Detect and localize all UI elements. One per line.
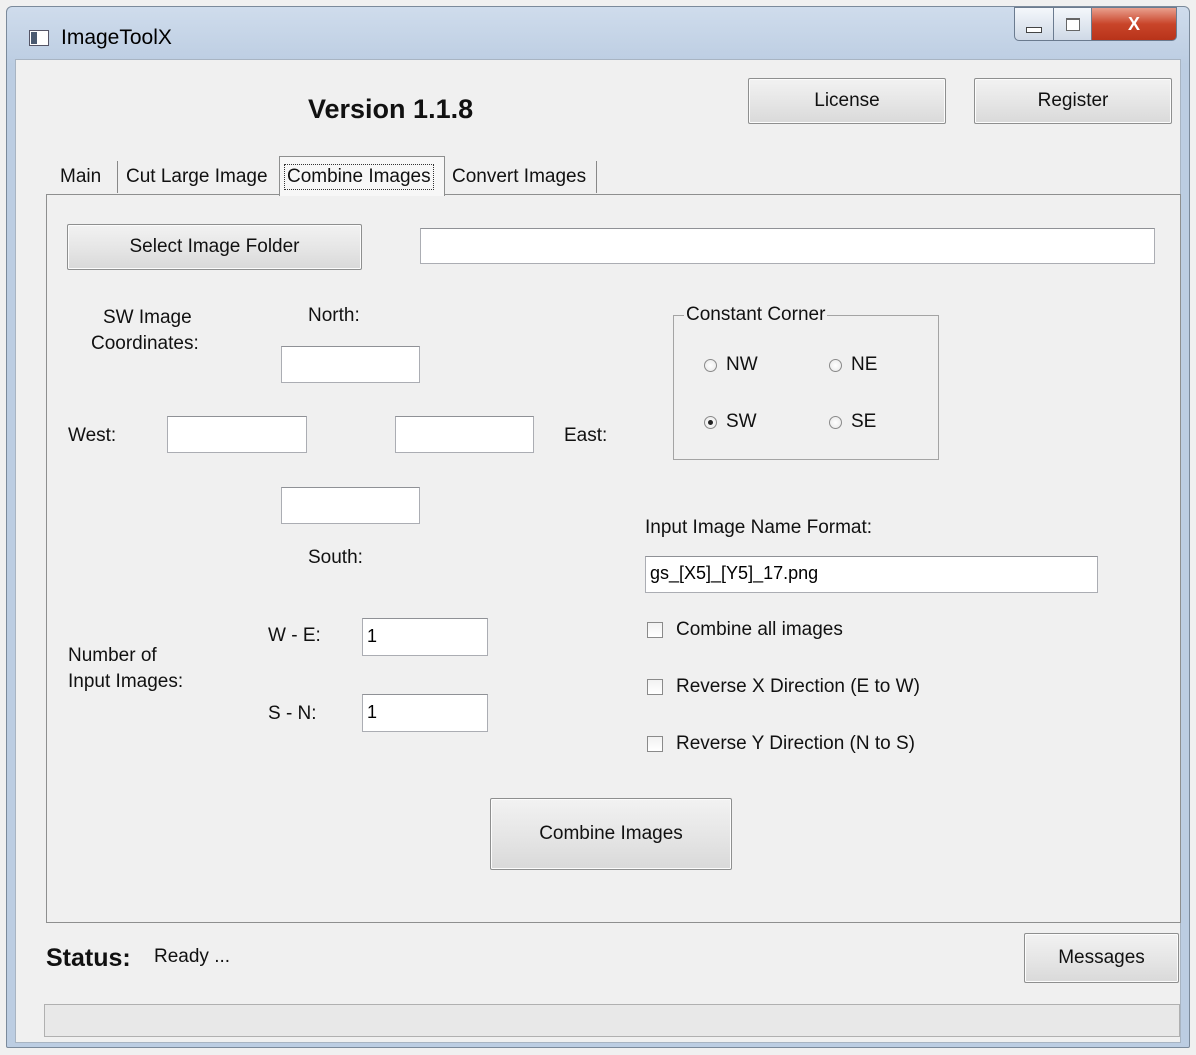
num-images-label-line1: Number of bbox=[68, 645, 157, 666]
west-label: West: bbox=[68, 425, 117, 446]
folder-path-input[interactable] bbox=[420, 228, 1155, 264]
app-window: ImageToolX X Version 1.1.8 License Regis… bbox=[6, 6, 1190, 1048]
minimize-button[interactable] bbox=[1014, 7, 1054, 41]
combine-images-button[interactable]: Combine Images bbox=[490, 798, 732, 870]
sw-coords-label-line2: Coordinates: bbox=[91, 333, 199, 354]
tab-main[interactable]: Main bbox=[52, 161, 109, 193]
reverse-y-checkbox-icon bbox=[647, 736, 663, 752]
combine-all-checkbox-icon bbox=[647, 622, 663, 638]
sw-coords-label-line1: SW Image bbox=[103, 307, 192, 328]
radio-ne[interactable]: NE bbox=[829, 354, 877, 376]
status-label: Status: bbox=[46, 944, 131, 972]
title-bar[interactable]: ImageToolX X bbox=[7, 7, 1189, 59]
name-format-input[interactable]: gs_[X5]_[Y5]_17.png bbox=[645, 556, 1098, 593]
status-text: Ready ... bbox=[154, 946, 231, 967]
minimize-icon bbox=[1026, 27, 1042, 33]
we-count-input[interactable]: 1 bbox=[362, 618, 488, 656]
tab-convert-images[interactable]: Convert Images bbox=[444, 161, 597, 193]
window-title: ImageToolX bbox=[61, 26, 172, 49]
client-area: Version 1.1.8 License Register Main Cut … bbox=[15, 59, 1181, 1043]
radio-ne-icon bbox=[829, 358, 842, 372]
close-icon: X bbox=[1127, 13, 1140, 34]
close-button[interactable]: X bbox=[1091, 7, 1177, 41]
register-button[interactable]: Register bbox=[974, 78, 1172, 124]
maximize-icon bbox=[1065, 17, 1080, 31]
name-format-label: Input Image Name Format: bbox=[645, 517, 873, 538]
combine-all-checkbox[interactable]: Combine all images bbox=[647, 619, 843, 641]
version-label: Version 1.1.8 bbox=[308, 94, 474, 124]
radio-nw[interactable]: NW bbox=[704, 354, 758, 376]
license-button[interactable]: License bbox=[748, 78, 946, 124]
messages-button[interactable]: Messages bbox=[1024, 933, 1179, 983]
radio-sw-selected-icon bbox=[704, 415, 717, 429]
radio-se[interactable]: SE bbox=[829, 411, 876, 433]
tab-cut-large-image[interactable]: Cut Large Image bbox=[117, 161, 276, 193]
radio-se-icon bbox=[829, 415, 842, 429]
maximize-button[interactable] bbox=[1053, 7, 1092, 41]
west-input[interactable] bbox=[167, 416, 307, 453]
reverse-x-checkbox-icon bbox=[647, 679, 663, 695]
tab-combine-images[interactable]: Combine Images bbox=[279, 156, 445, 196]
we-label: W - E: bbox=[268, 625, 321, 646]
combine-images-panel: Select Image Folder SW Image Coordinates… bbox=[46, 194, 1181, 923]
reverse-x-checkbox[interactable]: Reverse X Direction (E to W) bbox=[647, 676, 920, 698]
app-icon bbox=[29, 30, 49, 46]
progress-bar bbox=[44, 1004, 1180, 1037]
num-images-label-line2: Input Images: bbox=[68, 671, 184, 692]
constant-corner-group: Constant Corner NW NE SW SE bbox=[673, 304, 939, 460]
radio-sw[interactable]: SW bbox=[704, 411, 757, 433]
south-label: South: bbox=[308, 547, 363, 568]
east-input[interactable] bbox=[395, 416, 534, 453]
select-image-folder-button[interactable]: Select Image Folder bbox=[67, 224, 362, 270]
north-label: North: bbox=[308, 305, 360, 326]
constant-corner-legend: Constant Corner bbox=[684, 304, 828, 326]
south-input[interactable] bbox=[281, 487, 420, 524]
north-input[interactable] bbox=[281, 346, 420, 383]
sn-label: S - N: bbox=[268, 703, 317, 724]
radio-nw-icon bbox=[704, 358, 717, 372]
sn-count-input[interactable]: 1 bbox=[362, 694, 488, 732]
east-label: East: bbox=[564, 425, 608, 446]
reverse-y-checkbox[interactable]: Reverse Y Direction (N to S) bbox=[647, 733, 915, 755]
